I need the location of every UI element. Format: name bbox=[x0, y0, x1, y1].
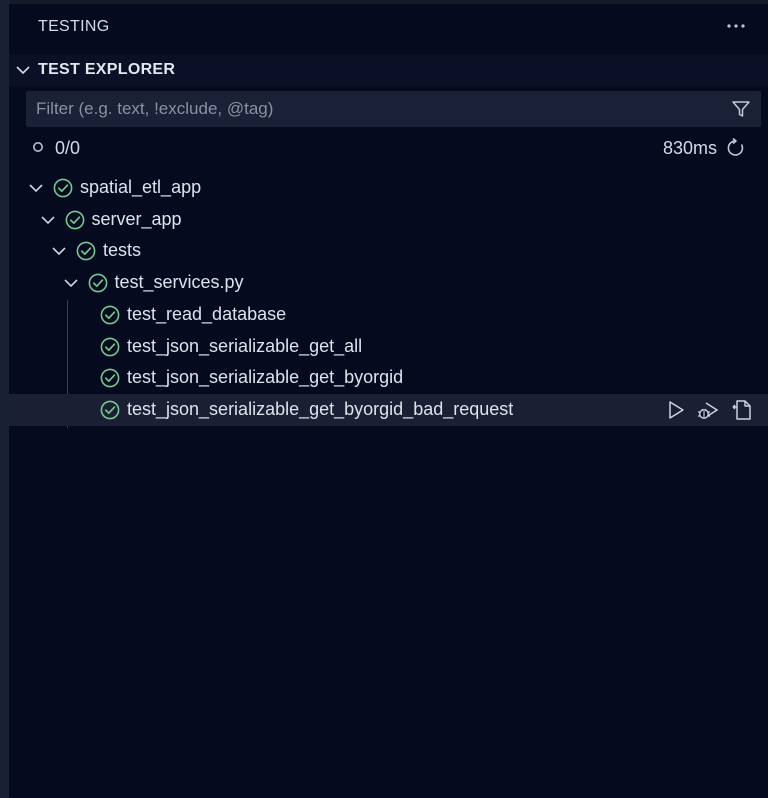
tree-row-label: server_app bbox=[91, 208, 182, 229]
tree-row-label: test_json_serializable_get_all bbox=[127, 335, 363, 356]
test-summary: 0/0 830ms bbox=[9, 134, 768, 162]
tree-row-label: tests bbox=[103, 240, 142, 261]
more-actions-button[interactable] bbox=[724, 14, 748, 38]
passed-check-icon bbox=[100, 305, 120, 325]
section-title: TEST EXPLORER bbox=[38, 61, 176, 78]
filter-icon[interactable] bbox=[731, 99, 751, 119]
circle-icon bbox=[33, 142, 43, 152]
tree-row[interactable]: test_services.py bbox=[9, 267, 768, 299]
tree-row-label: test_json_serializable_get_byorgid bbox=[127, 367, 404, 388]
ellipsis-icon bbox=[727, 24, 745, 28]
chevron-down-icon[interactable] bbox=[63, 275, 79, 291]
passed-check-icon bbox=[53, 178, 73, 198]
passed-check-icon bbox=[100, 368, 120, 388]
test-explorer-section-header[interactable]: TEST EXPLORER bbox=[9, 54, 768, 86]
passed-check-icon bbox=[65, 210, 84, 230]
test-count: 0/0 bbox=[55, 138, 81, 158]
run-test-icon[interactable] bbox=[664, 398, 688, 422]
testing-panel: TESTING TEST EXPLORER Filter (e.g. text,… bbox=[9, 4, 768, 798]
row-actions bbox=[660, 398, 760, 422]
tree-row[interactable]: tests bbox=[9, 235, 768, 267]
passed-check-icon bbox=[100, 337, 120, 356]
tree-row[interactable]: spatial_etl_app bbox=[9, 172, 768, 204]
filter-box bbox=[26, 91, 761, 127]
chevron-down-icon bbox=[16, 66, 30, 75]
tree-row-label: test_read_database bbox=[127, 303, 287, 324]
go-to-test-icon[interactable] bbox=[730, 398, 754, 422]
chevron-down-icon[interactable] bbox=[28, 180, 44, 196]
chevron-down-icon[interactable] bbox=[40, 212, 56, 228]
passed-check-icon bbox=[88, 273, 107, 293]
panel-title: TESTING bbox=[38, 18, 110, 35]
test-duration: 830ms bbox=[662, 138, 717, 158]
tree-row[interactable]: test_read_database bbox=[9, 299, 768, 331]
passed-check-icon bbox=[100, 400, 120, 420]
tree-row[interactable]: server_app bbox=[9, 204, 768, 236]
tree-row-label: test_json_serializable_get_byorgid_bad_r… bbox=[127, 398, 514, 419]
testing-window: TESTING TEST EXPLORER Filter (e.g. text,… bbox=[0, 0, 768, 798]
passed-check-icon bbox=[76, 241, 96, 261]
activity-bar-edge bbox=[0, 0, 9, 798]
refresh-icon[interactable] bbox=[725, 137, 747, 159]
filter-input[interactable] bbox=[26, 91, 716, 127]
tree-row-label: test_services.py bbox=[114, 272, 244, 293]
tree-row[interactable]: test_json_serializable_get_byorgid_bad_r… bbox=[9, 393, 768, 426]
tree-row[interactable]: test_json_serializable_get_byorgid bbox=[9, 362, 768, 394]
panel-header: TESTING bbox=[9, 4, 768, 52]
chevron-down-icon[interactable] bbox=[51, 243, 67, 259]
debug-test-icon[interactable] bbox=[696, 398, 720, 422]
tree-row[interactable]: test_json_serializable_get_all bbox=[9, 331, 768, 363]
tree-row-label: spatial_etl_app bbox=[80, 177, 202, 197]
